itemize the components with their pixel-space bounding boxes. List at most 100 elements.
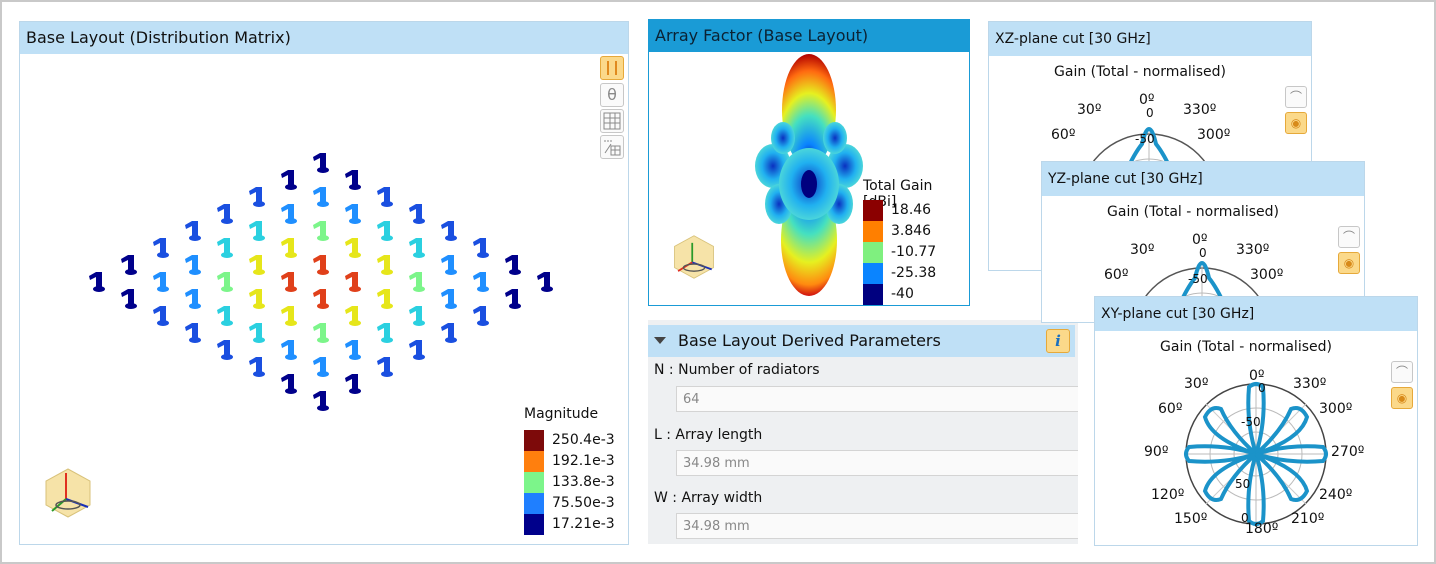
radiator-element [313,153,329,173]
derived-params-header[interactable]: Base Layout Derived Parameters i [648,325,1075,357]
axis-orientation-icon [674,235,714,279]
gain-legend-swatch [863,242,883,263]
radiator-element [89,272,105,292]
xy-angle-210: 210º [1291,511,1325,527]
gain-legend-swatch [863,263,883,284]
radiator-element [313,255,329,275]
param-label-l: L : Array length [654,427,763,443]
yz-angle-30: 30º [1130,242,1155,258]
radiator-element [377,221,393,241]
polar-export-icon[interactable]: ◉ [1391,387,1413,409]
radiator-element [345,374,361,394]
yz-angle-60: 60º [1104,267,1129,283]
xy-ring-neg50: -50 [1241,415,1261,429]
radiator-element [313,357,329,377]
xy-angle-300: 300º [1319,401,1353,417]
xy-plane-subtitle: Gain (Total - normalised) [1160,339,1332,355]
polar-export-icon[interactable]: ◉ [1285,112,1307,134]
radiator-element [537,272,553,292]
xy-angle-180: 180º [1245,521,1279,537]
magnitude-legend-label: 192.1e-3 [552,453,615,469]
radiator-element [281,170,297,190]
xy-angle-150: 150º [1174,511,1208,527]
yz-angle-330: 330º [1236,242,1270,258]
radiator-element [473,272,489,292]
param-field-l[interactable]: 34.98 mm [676,450,1078,476]
gain-legend-label: 3.846 [891,223,932,239]
gain-legend-label: -10.77 [891,244,937,260]
magnitude-legend-swatch [524,451,544,472]
magnitude-legend-title: Magnitude [524,406,599,422]
radiator-element [377,357,393,377]
gain-legend-swatch [863,221,883,242]
radiator-element [153,272,169,292]
radiator-element [185,255,201,275]
derived-params-panel: Base Layout Derived Parameters i N : Num… [648,320,1078,544]
radiator-element [345,272,361,292]
radiator-element [249,255,265,275]
radiator-element [345,204,361,224]
xy-angle-90: 90º [1144,444,1169,460]
yz-plane-subtitle: Gain (Total - normalised) [1107,204,1279,220]
radiator-element [249,221,265,241]
layout-panel-title: Base Layout (Distribution Matrix) [20,22,628,54]
radiator-element [409,306,425,326]
array-factor-title: Array Factor (Base Layout) [649,20,969,52]
radiator-element [185,221,201,241]
radiator-element [441,289,457,309]
layout-panel: Base Layout (Distribution Matrix) θ Magn… [19,21,629,545]
yz-zero-label: 0 [1199,246,1207,260]
radiator-element [217,204,233,224]
radiator-element [281,340,297,360]
plot-style-icon[interactable]: ⌒ [1285,86,1307,108]
xy-angle-240: 240º [1319,487,1353,503]
info-icon[interactable]: i [1046,329,1070,353]
xy-angle-60: 60º [1158,401,1183,417]
radiator-element [217,340,233,360]
radiator-element [441,221,457,241]
magnitude-legend-label: 75.50e-3 [552,495,615,511]
radiator-element [153,306,169,326]
xy-angle-330: 330º [1293,376,1327,392]
param-field-w[interactable]: 34.98 mm [676,513,1078,539]
magnitude-legend-swatch [524,514,544,535]
xy-ring-50: 50 [1235,477,1251,491]
radiator-element [345,340,361,360]
param-label-w: W : Array width [654,490,763,506]
radiator-element [473,238,489,258]
radiator-element [217,306,233,326]
xy-zero-top: 0 [1258,381,1266,395]
radiator-element [121,255,137,275]
plot-style-icon[interactable]: ⌒ [1391,361,1413,383]
magnitude-legend-swatch [524,430,544,451]
xz-angle-330: 330º [1183,102,1217,118]
radiator-element [377,255,393,275]
radiator-element [281,204,297,224]
xz-ring-label: -50 [1135,132,1155,146]
polar-export-icon[interactable]: ◉ [1338,252,1360,274]
radiator-element [505,289,521,309]
magnitude-legend-label: 17.21e-3 [552,516,615,532]
xz-angle-300: 300º [1197,127,1231,143]
collapse-triangle-icon[interactable] [654,337,666,344]
radiator-element [313,221,329,241]
magnitude-legend-swatch [524,472,544,493]
radiator-element [409,238,425,258]
radiator-element [249,187,265,207]
array-factor-panel: Array Factor (Base Layout) Total Gain 18… [648,19,970,306]
radiator-element [505,255,521,275]
radiator-element [281,238,297,258]
gain-legend-swatch [863,284,883,305]
radiator-element [185,323,201,343]
radiator-element [217,272,233,292]
param-field-n[interactable]: 64 [676,386,1078,412]
gain-legend-label: -25.38 [891,265,937,281]
radiator-element [473,306,489,326]
xy-plane-title: XY-plane cut [30 GHz] [1095,297,1417,331]
radiator-element [345,170,361,190]
plot-style-icon[interactable]: ⌒ [1338,226,1360,248]
radiator-element [313,323,329,343]
magnitude-legend-swatch [524,493,544,514]
radiator-element [185,289,201,309]
radiator-element [409,340,425,360]
